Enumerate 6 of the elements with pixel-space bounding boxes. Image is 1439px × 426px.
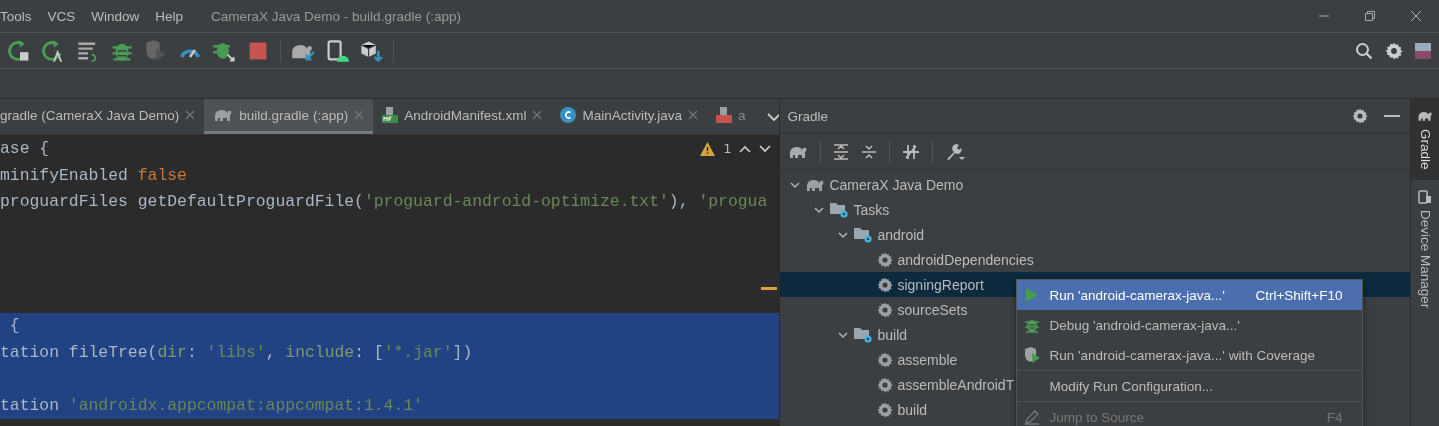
- code-line: minifyEnabled false: [0, 164, 187, 187]
- panel-title: Gradle: [787, 108, 828, 124]
- code-line: proguardFiles getDefaultProguardFile('proguard-android-optimize.txt'), 'progua: [0, 191, 768, 213]
- code-line: ase {: [0, 138, 50, 160]
- warning-count: 1: [723, 141, 732, 156]
- window-title: CameraX Java Demo - build.gradle (:app): [211, 8, 461, 24]
